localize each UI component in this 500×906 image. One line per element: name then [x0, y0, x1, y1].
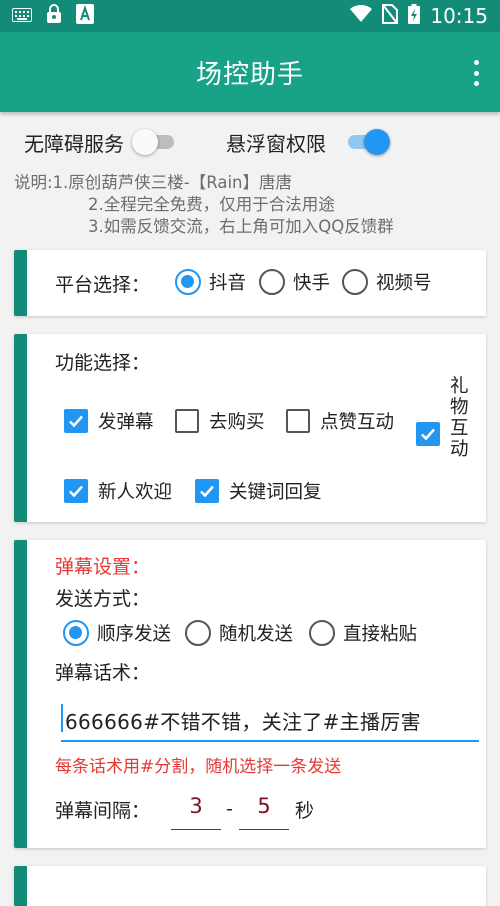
interval-separator: - — [226, 798, 233, 820]
app-bar: 场控助手 — [0, 32, 500, 112]
checkbox-checked-icon — [195, 479, 219, 503]
permission-row: 无障碍服务 悬浮窗权限 — [0, 124, 500, 160]
radio-selected-icon — [63, 620, 89, 646]
accessibility-toggle-row: 无障碍服务 — [24, 128, 180, 157]
send-mode-sequential[interactable]: 顺序发送 — [63, 620, 171, 646]
interval-max-input[interactable]: 5 — [239, 794, 289, 830]
radio-unselected-icon — [342, 269, 368, 295]
feature-keyword-reply[interactable]: 关键词回复 — [195, 478, 322, 504]
send-mode-random[interactable]: 随机发送 — [185, 620, 293, 646]
platform-card: 平台选择： 抖音 快手 视频号 — [14, 250, 486, 316]
more-vert-icon[interactable] — [470, 60, 482, 86]
feature-like-interact[interactable]: 点赞互动 — [286, 408, 394, 434]
script-input-value: 666666#不错不错，关注了#主播厉害 — [65, 710, 421, 734]
danmaku-card: 弹幕设置： 发送方式： 顺序发送 随机发送 直接粘贴 弹幕话术： 666666#… — [14, 540, 486, 848]
lock-icon — [46, 4, 62, 28]
radio-unselected-icon — [185, 620, 211, 646]
script-label: 弹幕话术： — [55, 662, 151, 684]
battery-charging-icon — [408, 3, 421, 29]
radio-selected-icon — [175, 269, 201, 295]
accessibility-switch[interactable] — [132, 129, 180, 155]
send-mode-label: 发送方式： — [55, 588, 151, 610]
features-card: 功能选择： 发弹幕 去购买 点赞互动 礼物互动 新人欢迎 关键词回复 — [14, 334, 486, 522]
platform-label: 平台选择： — [55, 274, 151, 296]
interval-label: 弹幕间隔： — [55, 800, 151, 822]
description: 说明:1.原创葫芦侠三楼-【Rain】唐唐 2.全程完全免费，仅用于合法用途 3… — [14, 172, 394, 238]
feature-go-buy[interactable]: 去购买 — [175, 408, 265, 434]
wifi-icon — [350, 4, 373, 28]
platform-option-channels[interactable]: 视频号 — [342, 269, 432, 295]
interval-unit: 秒 — [295, 800, 315, 822]
status-bar: 10:15 — [0, 0, 500, 32]
feature-gift-interact[interactable]: 礼物互动 — [416, 376, 470, 460]
features-label: 功能选择： — [55, 352, 151, 374]
platform-option-douyin[interactable]: 抖音 — [175, 269, 246, 295]
checkbox-unchecked-icon — [175, 409, 199, 433]
no-sim-icon — [382, 3, 399, 29]
app-title: 场控助手 — [195, 59, 304, 90]
script-input[interactable]: 666666#不错不错，关注了#主播厉害 — [61, 696, 479, 742]
checkbox-checked-icon — [416, 422, 440, 446]
keyboard-icon — [12, 7, 32, 26]
next-card — [14, 866, 486, 906]
overlay-switch[interactable] — [342, 129, 390, 155]
clock-time: 10:15 — [430, 4, 488, 28]
overlay-label: 悬浮窗权限 — [226, 131, 326, 156]
interval-min-input[interactable]: 3 — [171, 794, 221, 830]
a-text-icon — [76, 4, 94, 28]
radio-unselected-icon — [309, 620, 335, 646]
description-line-2: 2.全程完全免费，仅用于合法用途 — [88, 195, 335, 214]
send-mode-paste[interactable]: 直接粘贴 — [309, 620, 417, 646]
script-hint: 每条话术用#分割，随机选择一条发送 — [55, 757, 342, 777]
overlay-toggle-row: 悬浮窗权限 — [226, 128, 390, 157]
danmaku-title: 弹幕设置： — [55, 556, 151, 578]
checkbox-unchecked-icon — [286, 409, 310, 433]
text-cursor — [61, 704, 63, 732]
accessibility-label: 无障碍服务 — [24, 131, 124, 156]
feature-send-danmaku[interactable]: 发弹幕 — [64, 408, 154, 434]
platform-option-kuaishou[interactable]: 快手 — [259, 269, 330, 295]
feature-new-welcome[interactable]: 新人欢迎 — [64, 478, 172, 504]
checkbox-checked-icon — [64, 409, 88, 433]
description-line-1: 说明:1.原创葫芦侠三楼-【Rain】唐唐 — [14, 173, 293, 192]
description-line-3: 3.如需反馈交流，右上角可加入QQ反馈群 — [88, 217, 394, 236]
radio-unselected-icon — [259, 269, 285, 295]
checkbox-checked-icon — [64, 479, 88, 503]
